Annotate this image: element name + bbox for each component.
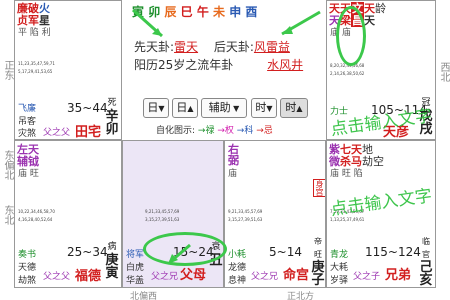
palace-minggong[interactable]: 右弼 庙 身宫 9,21,33,45,57,69 3,15,27,39,51,6…	[224, 140, 326, 288]
kin: 父之兄	[251, 272, 279, 282]
kin: 父之子	[353, 272, 381, 282]
annotation-circle-1	[336, 6, 366, 66]
god-1: 小耗	[228, 250, 247, 260]
god-2: 白虎	[126, 263, 145, 273]
god-2: 大耗	[330, 263, 349, 273]
kin: 父之父	[43, 128, 71, 138]
self-hua-legend: 自化图示: →禄 →权 →科 →忌	[156, 126, 273, 136]
age-range: 115~124	[365, 245, 421, 259]
palace-name: 兄弟	[385, 268, 412, 283]
gan-col: 病 庚 寅	[105, 242, 119, 281]
stars-row1: 紫七天地	[329, 143, 373, 156]
palace-name: 田宅	[75, 125, 102, 140]
gan-col: 死 辛 卯	[105, 98, 119, 137]
god-3: 息神	[228, 276, 247, 286]
star-levels: 平 陷 利	[18, 28, 51, 38]
dir-bei3: 北偏西	[130, 292, 158, 300]
year-list: 9,21,33,45,57,69	[228, 209, 263, 214]
stars-row2: 微杀马劫空	[329, 155, 384, 168]
branch-row: 寅 卯 辰 巳 午 未 申 酉	[132, 5, 258, 19]
year-list: 9,21,33,45,57,69	[145, 209, 180, 214]
hour-prev-button[interactable]: 时▼	[251, 98, 277, 118]
palace-name: 福德	[75, 269, 102, 284]
dir-bei2: 正北方	[287, 292, 315, 300]
shen-gong-badge: 身宫	[313, 179, 325, 197]
hour-next-button[interactable]: 时▲	[280, 98, 308, 118]
palace-name: 父母	[180, 268, 207, 283]
god-3: 岁驿	[330, 276, 349, 286]
day-prev-button[interactable]: 日▼	[143, 98, 169, 118]
year-list-2: 3,15,27,39,51,63	[145, 217, 180, 222]
god-2: 龙德	[228, 263, 247, 273]
year-list: 11,23,35,47,59,71	[18, 61, 55, 66]
stars-row2: 辅钺	[17, 155, 39, 168]
stars-col: 右弼	[228, 143, 239, 167]
age-range: 5~14	[269, 245, 302, 259]
god-3: 劫煞	[18, 276, 37, 286]
star-lian: 廉破火	[17, 2, 50, 15]
gua-line-1: 先天卦:雷天 后天卦:风雷益	[134, 40, 290, 54]
palace-name: 命宫	[283, 268, 310, 283]
annotation-circle-2	[143, 232, 227, 266]
gua-line-2: 阳历25岁之流年卦 水风井	[134, 58, 304, 72]
star-zhen: 贞军星	[17, 14, 50, 27]
year-list-2: 4,16,28,40,52,64	[18, 217, 53, 222]
kin: 父之兄	[151, 272, 179, 282]
star-level: 庙	[228, 169, 238, 179]
assist-dropdown[interactable]: 辅助 ▼	[201, 98, 247, 118]
god-1: 将军	[126, 250, 145, 260]
age-range: 25~34	[67, 245, 108, 259]
year-list-2: 3,15,27,39,51,63	[228, 217, 263, 222]
dir-dong2: 东偏北	[2, 150, 13, 180]
gan-col: 临官 己 亥	[419, 237, 433, 288]
year-list: 10,22,34,46,58,70	[18, 209, 55, 214]
year-list-2: 5,17,29,41,53,65	[18, 69, 53, 74]
palace-fumu[interactable]: 9,21,33,45,57,69 3,15,27,39,51,63 将军 白虎 …	[122, 140, 224, 288]
center-panel: 寅 卯 辰 巳 午 未 申 酉 先天卦:雷天 后天卦:风雷益 阳历25岁之流年卦…	[122, 0, 326, 140]
god-1: 飞廉	[18, 104, 37, 114]
stars-row1: 左天	[17, 143, 39, 156]
age-range: 35~44	[67, 101, 108, 115]
kin: 父之父	[43, 272, 71, 282]
god-1: 青龙	[330, 250, 349, 260]
year-list-2: 2,14,26,38,50,62	[330, 71, 365, 76]
god-1: 奏书	[18, 250, 37, 260]
dir-xibei: 西北	[438, 62, 449, 82]
palace-fude[interactable]: 左天 辅钺 庙 旺 10,22,34,46,58,70 4,16,28,40,5…	[14, 140, 122, 288]
star-levels: 庙 旺	[18, 169, 39, 179]
god-3: 华盖	[126, 276, 145, 286]
palace-tianzhai[interactable]: 廉破火 贞军星 平 陷 利 11,23,35,47,59,71 5,17,29,…	[14, 0, 122, 140]
gan-col: 帝旺 庚 子	[311, 237, 325, 288]
dir-zhengdong: 正东	[2, 60, 13, 80]
star-levels: 庙 旺 陷	[330, 169, 363, 179]
god-3: 灾煞	[18, 129, 37, 139]
god-2: 天德	[18, 263, 37, 273]
day-next-button[interactable]: 日▲	[172, 98, 198, 118]
dir-dongbei: 东北	[2, 205, 13, 225]
